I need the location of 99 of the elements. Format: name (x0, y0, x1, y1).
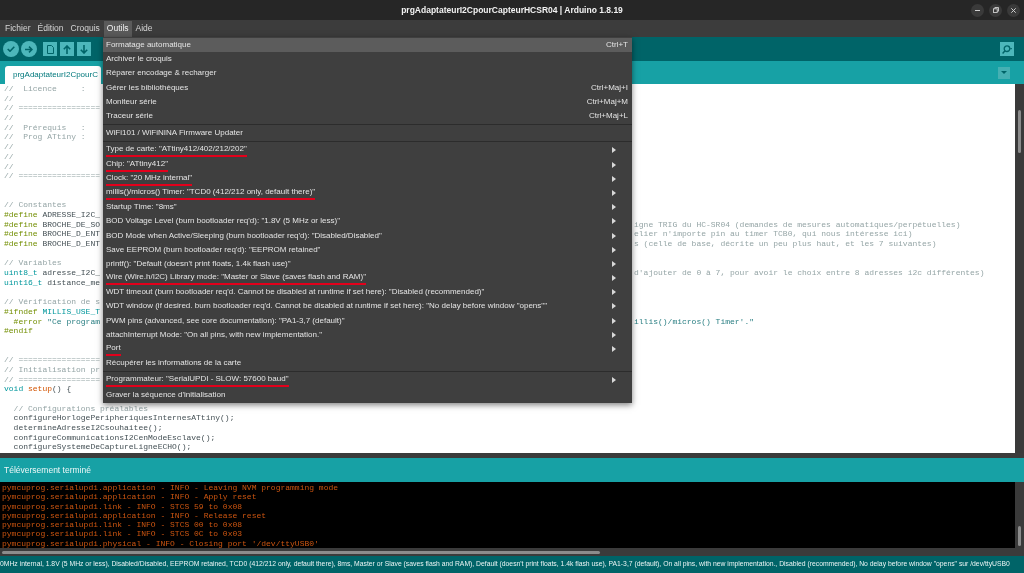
search-button[interactable] (1000, 42, 1014, 56)
check-icon (7, 46, 15, 52)
menu-item[interactable]: Programmateur: "SerialUPDI - SLOW: 57600 baud" (103, 373, 632, 388)
code-line: // (4, 142, 14, 152)
menu-item[interactable]: attachInterrupt Mode: "On all pins, with new implementation." (103, 327, 632, 342)
menu-item[interactable]: Moniteur série Ctrl+Maj+M (103, 94, 632, 109)
code-line: // (4, 161, 14, 172)
code-line: #ifndef MILLIS_USE_T (4, 306, 100, 317)
code-line: // Constantes (4, 200, 67, 210)
code-line: illis()/micros() Timer'." (634, 316, 755, 327)
code-line: // Vérification de s (4, 297, 100, 307)
code-line: // Licence : (4, 84, 86, 94)
code-line: // (4, 93, 14, 104)
menu-item[interactable]: Wire (Wire.h/I2C) Library mode: "Master or Slave (saves flash and RAM)" (103, 271, 632, 286)
menu-item[interactable]: Archiver le croquis (103, 52, 632, 67)
code-line: configureCommunicationsI2CenModeEsclave(); (12, 432, 216, 443)
console-line: pymcuprog.serialupdi.link - INFO - STCS 00 to 0x08 (2, 520, 243, 530)
upload-button[interactable] (21, 41, 37, 57)
new-button[interactable] (43, 42, 57, 56)
close-icon (1011, 7, 1016, 13)
code-line: d'ajouter de 0 à 7, pour avoir le choix entre 8 adresses i2c différentes) (634, 268, 985, 278)
menu-item[interactable]: Chip: "ATtiny412" (103, 157, 632, 172)
console-line: pymcuprog.serialupdi.link - INFO - STCS 0C to 0x03 (2, 529, 243, 539)
code-line: // ================= (4, 374, 100, 385)
code-line: // ================= (4, 171, 100, 181)
code-line: determineAdresseI2Csouhaitee(); (12, 423, 163, 433)
code-line: // (4, 151, 14, 162)
code-line: #define BROCHE_DE_SO (4, 219, 101, 230)
code-line: #define BROCHE_D_ENT (4, 229, 101, 239)
menu-item[interactable]: WiFi101 / WiFiNINA Firmware Updater (103, 126, 632, 141)
menu-item[interactable]: millis()/micros() Timer: "TCD0 (412/212 only, default there)" (103, 185, 632, 201)
menu-item[interactable]: WDT window (if desired. burn bootloader req'd. Cannot be disabled at runtime if set here): "No delay before window "opens"" (103, 299, 632, 314)
menu-bar-item[interactable]: Croquis (67, 20, 103, 37)
console-line: pymcuprog.serialupdi.physical - INFO - Closing port '/dev/ttyUSB0' (2, 538, 319, 548)
code-line: #define ADRESSE_I2C_ (4, 209, 101, 220)
caret-down-icon (1001, 71, 1007, 74)
code-line: #endif (4, 326, 33, 336)
menu-item[interactable]: WDT timeout (burn bootloader req'd. Cannot be disabled at runtime if set here): "Disabled (recommended)" (103, 285, 632, 300)
editor-tab[interactable]: prgAdaptateurI2CpourC (5, 66, 101, 84)
menu-item[interactable]: Port (103, 341, 632, 357)
tab-menu-button[interactable] (998, 66, 1010, 79)
menu-bar-item[interactable]: Fichier (2, 20, 34, 37)
code-line: s (celle de base, décrite un peu plus haut, et les 7 suivantes) (634, 239, 937, 249)
code-line: uint16_t distance_me (4, 277, 100, 288)
arrow-down-icon (80, 44, 88, 54)
menu-item[interactable]: Save EEPROM (burn bootloader req'd): "EEPROM retained" (103, 242, 632, 257)
menu-item[interactable]: Récupérer les informations de la carte (103, 356, 632, 371)
code-line: #define BROCHE_D_ENT (4, 239, 101, 249)
console-line: pymcuprog.serialupdi.application - INFO - Leaving NVM programming mode (2, 483, 339, 493)
save-button[interactable] (77, 42, 91, 56)
menu-bar-item[interactable]: Aide (132, 20, 156, 37)
console-line: pymcuprog.serialupdi.application - INFO - Release reset (2, 510, 267, 521)
minimize-button[interactable] (971, 3, 984, 17)
arrow-right-icon (25, 45, 33, 53)
open-button[interactable] (60, 42, 74, 56)
code-line: // Prog ATtiny : (4, 132, 86, 143)
menu-item[interactable]: Graver la séquence d'initialisation (103, 387, 632, 402)
code-line: // Variables (4, 258, 62, 269)
restore-button[interactable] (989, 3, 1002, 17)
arrow-up-icon (63, 44, 71, 54)
menu-item[interactable]: Réparer encodage & recharger (103, 66, 632, 81)
code-line: igne TRIG du HC-SR04 (demandes de mesures automatiques/perpétuelles) (634, 219, 961, 230)
menu-item[interactable]: Gérer les bibliothèques Ctrl+Maj+I (103, 80, 632, 95)
menu-item[interactable]: Startup Time: "8ms" (103, 200, 632, 215)
code-line: #error "Ce program (12, 316, 100, 327)
code-line: elier n'importe pin au timer TCB0, qui nous intéresse ici) (634, 229, 913, 239)
code-line: uint8_t adresse_I2C_ (4, 268, 101, 278)
code-line: // ================= (4, 103, 100, 114)
code-line: // Prérequis : (4, 122, 86, 133)
upload-status: Téléversement terminé (4, 463, 91, 477)
code-line: configureHorlogePeripheriquesInternesATtiny(); (12, 413, 235, 424)
menu-bar-item[interactable]: Outils (103, 20, 132, 37)
window-title: prgAdaptateurI2CpourCapteurHCSR04 | Arduino 1.8.19 (401, 3, 623, 17)
code-line: configureSystemeDeCaptureLigneECHO(); (12, 442, 192, 453)
menu-item[interactable]: Type de carte: "ATtiny412/402/212/202" (103, 143, 632, 158)
menu-item[interactable]: BOD Mode when Active/Sleeping (burn bootloader req'd): "Disabled/Disabled" (103, 228, 632, 243)
menu-item[interactable]: printf(): "Default (doesn't print floats, 1.4k flash use)" (103, 256, 632, 271)
console-line: pymcuprog.serialupdi.link - INFO - STCS 59 to 0x08 (2, 501, 243, 511)
code-line: // (4, 113, 14, 123)
menu-item[interactable]: BOD Voltage Level (burn bootloader req'd): "1.8V (5 MHz or less)" (103, 214, 632, 229)
code-line: // ================= (4, 355, 100, 365)
console-line: pymcuprog.serialupdi.application - INFO - Apply reset (2, 492, 257, 502)
menu-item[interactable]: Formatage automatique Ctrl+T (103, 38, 632, 53)
menu-item[interactable]: PWM pins (advanced, see core documentation): "PA1-3,7 (default)" (103, 313, 632, 328)
code-line: // Configurations préalables (12, 403, 149, 414)
scrollbar-thumb[interactable] (2, 550, 600, 554)
search-icon (1002, 44, 1012, 54)
scrollbar-thumb[interactable] (1018, 110, 1021, 153)
menu-bar-item[interactable]: Édition (34, 20, 67, 37)
menu-item[interactable]: Traceur série Ctrl+Maj+L (103, 108, 632, 124)
menu-item[interactable]: Clock: "20 MHz internal" (103, 171, 632, 186)
restore-icon (992, 7, 999, 13)
verify-button[interactable] (3, 41, 19, 57)
code-line: void setup() { (4, 384, 72, 394)
close-button[interactable] (1007, 3, 1020, 17)
code-line: // Initialisation pr (4, 364, 100, 375)
file-icon (46, 44, 54, 54)
minimize-icon (975, 9, 980, 11)
scrollbar-thumb[interactable] (1018, 526, 1021, 546)
